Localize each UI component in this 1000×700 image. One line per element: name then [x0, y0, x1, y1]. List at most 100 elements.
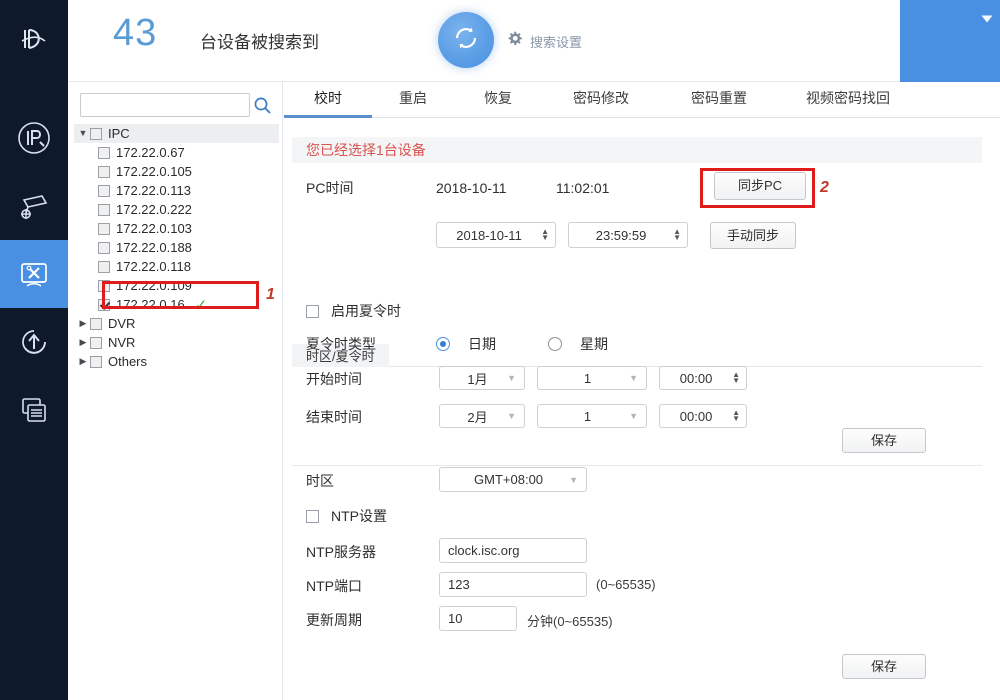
tree-item-device[interactable]: 172.22.0.67	[74, 143, 279, 162]
logs-icon	[15, 391, 53, 429]
tree-item-device[interactable]: 172.22.0.113	[74, 181, 279, 200]
interval-row: 更新周期	[306, 610, 436, 630]
ntp-port-hint: (0~65535)	[596, 577, 656, 592]
sidebar-item-device-tools[interactable]	[0, 240, 68, 308]
checkbox[interactable]	[98, 279, 110, 292]
chevron-right-icon[interactable]: ▶	[76, 319, 90, 328]
refresh-button[interactable]	[438, 12, 494, 68]
manual-date-value: 2018-10-11	[456, 227, 522, 243]
timezone-label: 时区	[306, 473, 334, 489]
start-day-value: 1	[583, 370, 592, 386]
tab-password-change[interactable]: 密码修改	[542, 88, 660, 117]
sync-pc-button[interactable]: 同步PC	[714, 172, 806, 200]
sidebar-item-logs[interactable]	[0, 376, 68, 444]
ntp-server-input[interactable]: clock.isc.org	[439, 538, 587, 563]
ntp-server-row: NTP服务器	[306, 542, 436, 562]
tab-video-password-recovery[interactable]: 视频密码找回	[778, 88, 918, 117]
checkbox[interactable]	[98, 184, 110, 197]
radio-dst-date[interactable]	[436, 337, 450, 351]
manual-date-stepper[interactable]: 2018-10-11 ▲ ▼	[436, 222, 556, 248]
end-month-select[interactable]: 2月 ▼	[439, 404, 525, 428]
start-month-select[interactable]: 1月 ▼	[439, 366, 525, 390]
search-settings-button[interactable]: 搜索设置	[506, 30, 582, 52]
tree-item-device[interactable]: 172.22.0.103	[74, 219, 279, 238]
tab-reboot[interactable]: 重启	[372, 88, 454, 117]
checkbox[interactable]	[90, 336, 102, 349]
checkbox[interactable]	[98, 146, 110, 159]
tree-group-dvr[interactable]: ▶ DVR	[74, 314, 279, 333]
ntp-server-label: NTP服务器	[306, 544, 376, 560]
stepper-arrows-icon[interactable]: ▲ ▼	[732, 371, 740, 385]
tab-time-sync[interactable]: 校时	[284, 88, 372, 118]
end-day-select[interactable]: 1 ▼	[537, 404, 647, 428]
sidebar-item-upgrade[interactable]	[0, 308, 68, 376]
main-content: 校时 重启 恢复 密码修改 密码重置 视频密码找回 您已经选择1台设备 PC时间…	[284, 82, 1000, 700]
selected-device-row[interactable]: 172.22.0.16 ✓	[74, 295, 279, 314]
tab-bar: 校时 重启 恢复 密码修改 密码重置 视频密码找回	[284, 82, 1000, 118]
checkbox[interactable]	[98, 165, 110, 178]
search-icon[interactable]	[253, 96, 272, 120]
checkbox[interactable]	[90, 317, 102, 330]
interval-input[interactable]: 10	[439, 606, 517, 631]
stepper-arrows-icon[interactable]: ▲ ▼	[541, 228, 549, 242]
ntp-enable-label: NTP设置	[331, 508, 387, 524]
chevron-down-icon: ▼	[507, 373, 516, 383]
selection-banner: 您已经选择1台设备	[292, 137, 982, 163]
checkbox[interactable]	[98, 298, 110, 311]
radio-dst-week[interactable]	[548, 337, 562, 351]
chevron-down-icon[interactable]: ▼	[76, 129, 90, 138]
end-time-label: 结束时间	[306, 409, 362, 425]
checkbox[interactable]	[98, 222, 110, 235]
device-count: 43	[113, 12, 158, 54]
tree-group-nvr[interactable]: ▶ NVR	[74, 333, 279, 352]
checkbox[interactable]	[306, 509, 319, 523]
timezone-select[interactable]: GMT+08:00 ▼	[439, 467, 587, 492]
start-clock-stepper[interactable]: 00:00 ▲ ▼	[659, 366, 747, 390]
tree-item-device[interactable]: 172.22.0.222	[74, 200, 279, 219]
sidebar-item-camera-settings[interactable]	[0, 172, 68, 240]
save-ntp-button[interactable]: 保存	[842, 654, 926, 679]
search-input[interactable]	[80, 93, 250, 117]
tree-item-device[interactable]: 172.22.0.109	[74, 276, 279, 295]
tree-group-others[interactable]: ▶ Others	[74, 352, 279, 371]
sidebar-item-ip-config[interactable]	[0, 104, 68, 172]
start-day-select[interactable]: 1 ▼	[537, 366, 647, 390]
checkbox[interactable]	[306, 304, 319, 318]
tree-group-label: IPC	[108, 126, 130, 141]
end-clock-stepper[interactable]: 00:00 ▲ ▼	[659, 404, 747, 428]
chevron-right-icon[interactable]: ▶	[76, 338, 90, 347]
manual-sync-button[interactable]: 手动同步	[710, 222, 796, 249]
pc-time-row: PC时间 2018-10-11 11:02:01	[306, 178, 609, 198]
chevron-right-icon[interactable]: ▶	[76, 357, 90, 366]
tree-item-device[interactable]: 172.22.0.188	[74, 238, 279, 257]
ntp-port-label: NTP端口	[306, 578, 362, 594]
pc-clock-value: 11:02:01	[556, 180, 610, 196]
annotation-label-2: 2	[820, 179, 829, 196]
tree-item-device[interactable]: 172.22.0.105	[74, 162, 279, 181]
enable-dst-row[interactable]: 启用夏令时	[306, 301, 401, 321]
checkbox[interactable]	[90, 355, 102, 368]
ntp-enable-row[interactable]: NTP设置	[306, 506, 387, 526]
annotation-label-1: 1	[266, 286, 275, 303]
ntp-port-input[interactable]: 123	[439, 572, 587, 597]
left-navigation-rail	[0, 0, 68, 700]
tab-password-reset[interactable]: 密码重置	[660, 88, 778, 117]
checkbox[interactable]	[98, 260, 110, 273]
stepper-arrows-icon[interactable]: ▲ ▼	[732, 409, 740, 423]
checkbox[interactable]	[98, 241, 110, 254]
tab-restore[interactable]: 恢复	[454, 88, 542, 117]
success-check-icon: ✓	[194, 296, 208, 314]
chevron-down-icon: ▼	[507, 411, 516, 421]
tree-group-ipc[interactable]: ▼ IPC	[74, 124, 279, 143]
manual-time-stepper[interactable]: 23:59:59 ▲ ▼	[568, 222, 688, 248]
device-tree: ▼ IPC 172.22.0.67 172.22.0.105 172.22.0.…	[74, 124, 279, 371]
checkbox[interactable]	[90, 127, 102, 140]
checkbox[interactable]	[98, 203, 110, 216]
save-dst-button[interactable]: 保存	[842, 428, 926, 453]
collapse-button[interactable]	[974, 6, 1000, 32]
device-ip-label: 172.22.0.103	[116, 221, 192, 236]
stepper-arrows-icon[interactable]: ▲ ▼	[673, 228, 681, 242]
pc-date-value: 2018-10-11	[436, 180, 507, 196]
timezone-row: 时区	[306, 471, 436, 491]
tree-item-device[interactable]: 172.22.0.118	[74, 257, 279, 276]
